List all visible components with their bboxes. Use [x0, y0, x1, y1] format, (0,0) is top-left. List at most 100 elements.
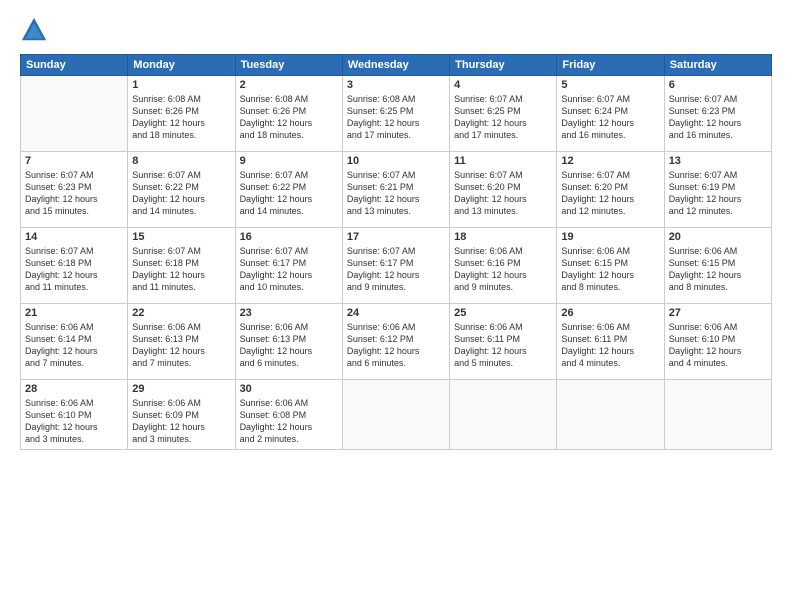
day-detail: Sunrise: 6:06 AM Sunset: 6:11 PM Dayligh… — [454, 321, 552, 370]
day-number: 27 — [669, 307, 767, 319]
day-number: 7 — [25, 155, 123, 167]
col-header-sunday: Sunday — [21, 55, 128, 76]
calendar-cell: 18Sunrise: 6:06 AM Sunset: 6:16 PM Dayli… — [450, 228, 557, 304]
calendar-cell: 25 Sunrise: 6:06 AM Sunset: 6:11 PM Dayli… — [450, 304, 557, 380]
day-detail: Sunrise: 6:06 AM Sunset: 6:09 PM Dayligh… — [132, 397, 230, 446]
day-number: 14 — [25, 231, 123, 243]
day-number: 19 — [561, 231, 659, 243]
day-number: 21 — [25, 307, 123, 319]
day-number: 17 — [347, 231, 445, 243]
day-number: 9 — [240, 155, 338, 167]
day-number: 3 — [347, 79, 445, 91]
calendar-cell: 16 Sunrise: 6:07 AM Sunset: 6:17 PM Dayli… — [235, 228, 342, 304]
day-detail: Sunrise: 6:06 AM Sunset: 6:13 PM Dayligh… — [132, 321, 230, 370]
day-detail: Sunrise: 6:07 AM Sunset: 6:24 PM Dayligh… — [561, 93, 659, 142]
day-detail: Sunrise: 6:06 AM Sunset: 6:11 PM Dayligh… — [561, 321, 659, 370]
logo-icon — [20, 16, 48, 44]
day-detail: Sunrise: 6:06 AM Sunset: 6:08 PM Dayligh… — [240, 397, 338, 446]
header — [20, 16, 772, 44]
calendar-cell: 20Sunrise: 6:06 AM Sunset: 6:15 PM Dayli… — [664, 228, 771, 304]
calendar-cell: 15 Sunrise: 6:07 AM Sunset: 6:18 PM Dayli… — [128, 228, 235, 304]
day-detail: Sunrise: 6:07 AM Sunset: 6:18 PM Dayligh… — [25, 245, 123, 294]
day-detail: Sunrise: 6:07 AM Sunset: 6:23 PM Dayligh… — [669, 93, 767, 142]
calendar-cell: 14 Sunrise: 6:07 AM Sunset: 6:18 PM Dayli… — [21, 228, 128, 304]
day-detail: Sunrise: 6:06 AM Sunset: 6:13 PM Dayligh… — [240, 321, 338, 370]
calendar-cell: 23 Sunrise: 6:06 AM Sunset: 6:13 PM Dayli… — [235, 304, 342, 380]
calendar-table: SundayMondayTuesdayWednesdayThursdayFrid… — [20, 54, 772, 450]
day-number: 16 — [240, 231, 338, 243]
day-number: 6 — [669, 79, 767, 91]
col-header-wednesday: Wednesday — [342, 55, 449, 76]
calendar-cell: 6 Sunrise: 6:07 AM Sunset: 6:23 PM Daylig… — [664, 76, 771, 152]
day-detail: Sunrise: 6:07 AM Sunset: 6:22 PM Dayligh… — [240, 169, 338, 218]
day-detail: Sunrise: 6:07 AM Sunset: 6:21 PM Dayligh… — [347, 169, 445, 218]
calendar-week-3: 21 Sunrise: 6:06 AM Sunset: 6:14 PM Dayli… — [21, 304, 772, 380]
day-number: 18 — [454, 231, 552, 243]
calendar-week-4: 28Sunrise: 6:06 AM Sunset: 6:10 PM Dayli… — [21, 380, 772, 450]
calendar-cell — [342, 380, 449, 450]
calendar-cell: 17 Sunrise: 6:07 AM Sunset: 6:17 PM Dayli… — [342, 228, 449, 304]
calendar-cell: 4 Sunrise: 6:07 AM Sunset: 6:25 PM Daylig… — [450, 76, 557, 152]
day-detail: Sunrise: 6:08 AM Sunset: 6:26 PM Dayligh… — [240, 93, 338, 142]
calendar-week-0: 1 Sunrise: 6:08 AM Sunset: 6:26 PM Daylig… — [21, 76, 772, 152]
calendar-cell: 29 Sunrise: 6:06 AM Sunset: 6:09 PM Dayli… — [128, 380, 235, 450]
day-number: 4 — [454, 79, 552, 91]
calendar-cell: 19 Sunrise: 6:06 AM Sunset: 6:15 PM Dayli… — [557, 228, 664, 304]
day-number: 25 — [454, 307, 552, 319]
day-detail: Sunrise: 6:07 AM Sunset: 6:20 PM Dayligh… — [561, 169, 659, 218]
calendar-cell — [664, 380, 771, 450]
calendar-cell: 12 Sunrise: 6:07 AM Sunset: 6:20 PM Dayli… — [557, 152, 664, 228]
day-detail: Sunrise: 6:07 AM Sunset: 6:18 PM Dayligh… — [132, 245, 230, 294]
calendar-cell: 22 Sunrise: 6:06 AM Sunset: 6:13 PM Dayli… — [128, 304, 235, 380]
col-header-monday: Monday — [128, 55, 235, 76]
day-detail: Sunrise: 6:07 AM Sunset: 6:22 PM Dayligh… — [132, 169, 230, 218]
day-number: 23 — [240, 307, 338, 319]
day-number: 15 — [132, 231, 230, 243]
day-number: 12 — [561, 155, 659, 167]
calendar-cell: 3 Sunrise: 6:08 AM Sunset: 6:25 PM Daylig… — [342, 76, 449, 152]
day-number: 30 — [240, 383, 338, 395]
calendar-cell: 5 Sunrise: 6:07 AM Sunset: 6:24 PM Daylig… — [557, 76, 664, 152]
calendar-week-2: 14 Sunrise: 6:07 AM Sunset: 6:18 PM Dayli… — [21, 228, 772, 304]
day-number: 1 — [132, 79, 230, 91]
day-number: 29 — [132, 383, 230, 395]
calendar-cell — [557, 380, 664, 450]
calendar-cell: 13Sunrise: 6:07 AM Sunset: 6:19 PM Dayli… — [664, 152, 771, 228]
col-header-thursday: Thursday — [450, 55, 557, 76]
day-detail: Sunrise: 6:06 AM Sunset: 6:12 PM Dayligh… — [347, 321, 445, 370]
col-header-saturday: Saturday — [664, 55, 771, 76]
day-detail: Sunrise: 6:07 AM Sunset: 6:25 PM Dayligh… — [454, 93, 552, 142]
calendar-cell: 24Sunrise: 6:06 AM Sunset: 6:12 PM Dayli… — [342, 304, 449, 380]
day-number: 13 — [669, 155, 767, 167]
calendar-cell: 10Sunrise: 6:07 AM Sunset: 6:21 PM Dayli… — [342, 152, 449, 228]
calendar-cell: 8Sunrise: 6:07 AM Sunset: 6:22 PM Daylig… — [128, 152, 235, 228]
day-detail: Sunrise: 6:06 AM Sunset: 6:15 PM Dayligh… — [561, 245, 659, 294]
calendar-cell: 26 Sunrise: 6:06 AM Sunset: 6:11 PM Dayli… — [557, 304, 664, 380]
calendar-cell: 27Sunrise: 6:06 AM Sunset: 6:10 PM Dayli… — [664, 304, 771, 380]
calendar-cell — [21, 76, 128, 152]
day-detail: Sunrise: 6:07 AM Sunset: 6:20 PM Dayligh… — [454, 169, 552, 218]
day-detail: Sunrise: 6:06 AM Sunset: 6:14 PM Dayligh… — [25, 321, 123, 370]
calendar-cell: 2 Sunrise: 6:08 AM Sunset: 6:26 PM Daylig… — [235, 76, 342, 152]
day-detail: Sunrise: 6:07 AM Sunset: 6:23 PM Dayligh… — [25, 169, 123, 218]
calendar-cell: 30 Sunrise: 6:06 AM Sunset: 6:08 PM Dayli… — [235, 380, 342, 450]
calendar-cell: 1 Sunrise: 6:08 AM Sunset: 6:26 PM Daylig… — [128, 76, 235, 152]
day-detail: Sunrise: 6:07 AM Sunset: 6:17 PM Dayligh… — [240, 245, 338, 294]
calendar-week-1: 7 Sunrise: 6:07 AM Sunset: 6:23 PM Daylig… — [21, 152, 772, 228]
day-number: 22 — [132, 307, 230, 319]
day-number: 5 — [561, 79, 659, 91]
day-detail: Sunrise: 6:08 AM Sunset: 6:25 PM Dayligh… — [347, 93, 445, 142]
col-header-friday: Friday — [557, 55, 664, 76]
day-detail: Sunrise: 6:08 AM Sunset: 6:26 PM Dayligh… — [132, 93, 230, 142]
calendar-cell: 7 Sunrise: 6:07 AM Sunset: 6:23 PM Daylig… — [21, 152, 128, 228]
calendar-cell: 28Sunrise: 6:06 AM Sunset: 6:10 PM Dayli… — [21, 380, 128, 450]
calendar-cell: 9 Sunrise: 6:07 AM Sunset: 6:22 PM Daylig… — [235, 152, 342, 228]
calendar-cell — [450, 380, 557, 450]
day-number: 26 — [561, 307, 659, 319]
day-number: 2 — [240, 79, 338, 91]
calendar-cell: 21 Sunrise: 6:06 AM Sunset: 6:14 PM Dayli… — [21, 304, 128, 380]
day-detail: Sunrise: 6:07 AM Sunset: 6:17 PM Dayligh… — [347, 245, 445, 294]
page: SundayMondayTuesdayWednesdayThursdayFrid… — [0, 0, 792, 612]
day-number: 20 — [669, 231, 767, 243]
day-detail: Sunrise: 6:06 AM Sunset: 6:10 PM Dayligh… — [25, 397, 123, 446]
